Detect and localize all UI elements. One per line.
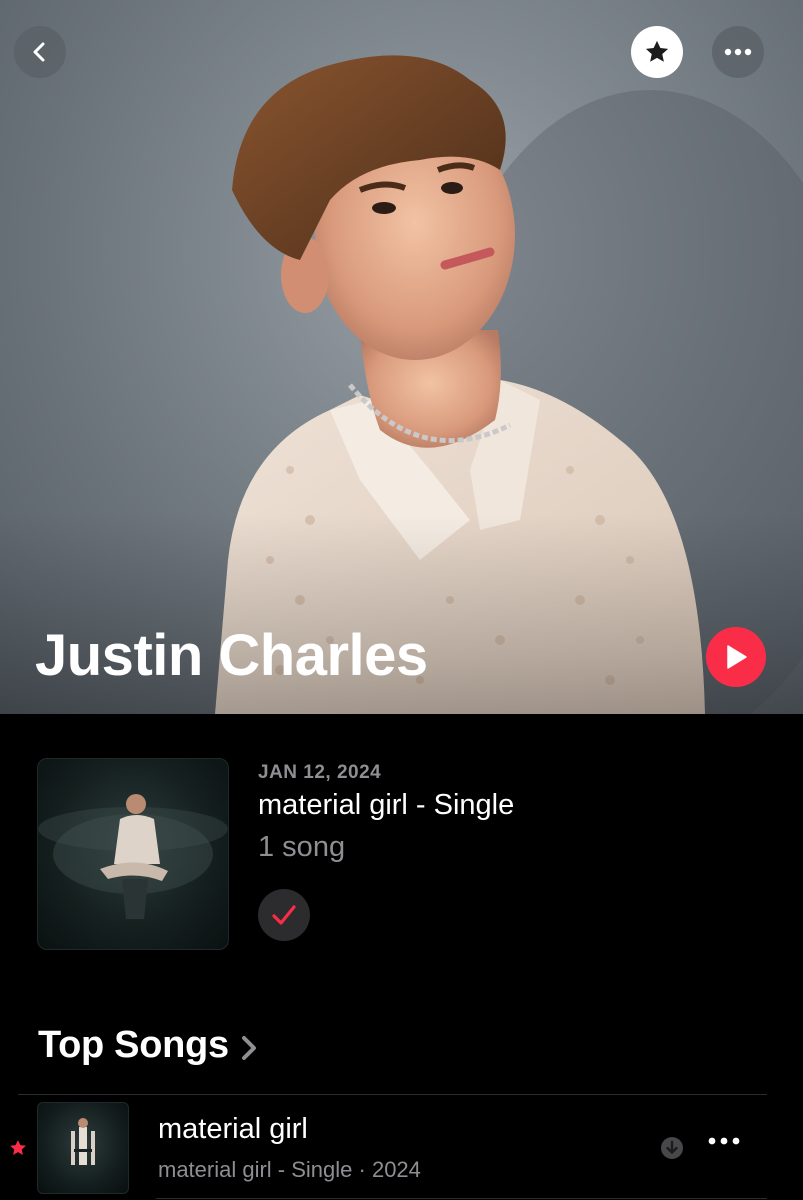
downloaded-icon [661, 1137, 683, 1159]
song-artwork [37, 1102, 129, 1194]
play-button[interactable] [706, 627, 766, 687]
play-icon [727, 645, 747, 669]
latest-release-artwork[interactable] [37, 758, 229, 950]
favorite-star-icon [10, 1140, 26, 1155]
release-title[interactable]: material girl - Single [258, 789, 514, 822]
section-divider [18, 1094, 767, 1095]
added-to-library-button[interactable] [258, 889, 310, 941]
chevron-left-icon [33, 42, 45, 62]
back-button[interactable] [14, 26, 66, 78]
song-title: material girl [158, 1113, 308, 1145]
release-date: JAN 12, 2024 [258, 762, 382, 783]
song-subtitle: material girl - Single · 2024 [158, 1157, 421, 1182]
album-cover-image [38, 794, 228, 919]
checkmark-icon [272, 905, 296, 925]
release-song-count: 1 song [258, 831, 346, 863]
favorite-artist-button[interactable] [631, 26, 683, 78]
section-title: Top Songs [38, 1024, 229, 1066]
chevron-right-icon [241, 1035, 256, 1060]
song-more-icon[interactable] [708, 1137, 740, 1145]
ellipsis-icon [724, 48, 752, 56]
more-options-button[interactable] [712, 26, 764, 78]
artist-name: Justin Charles [35, 623, 428, 688]
artist-hero: Justin Charles [0, 0, 803, 714]
row-divider [156, 1198, 767, 1199]
top-songs-header[interactable]: Top Songs [38, 1024, 257, 1067]
star-icon [645, 40, 669, 62]
